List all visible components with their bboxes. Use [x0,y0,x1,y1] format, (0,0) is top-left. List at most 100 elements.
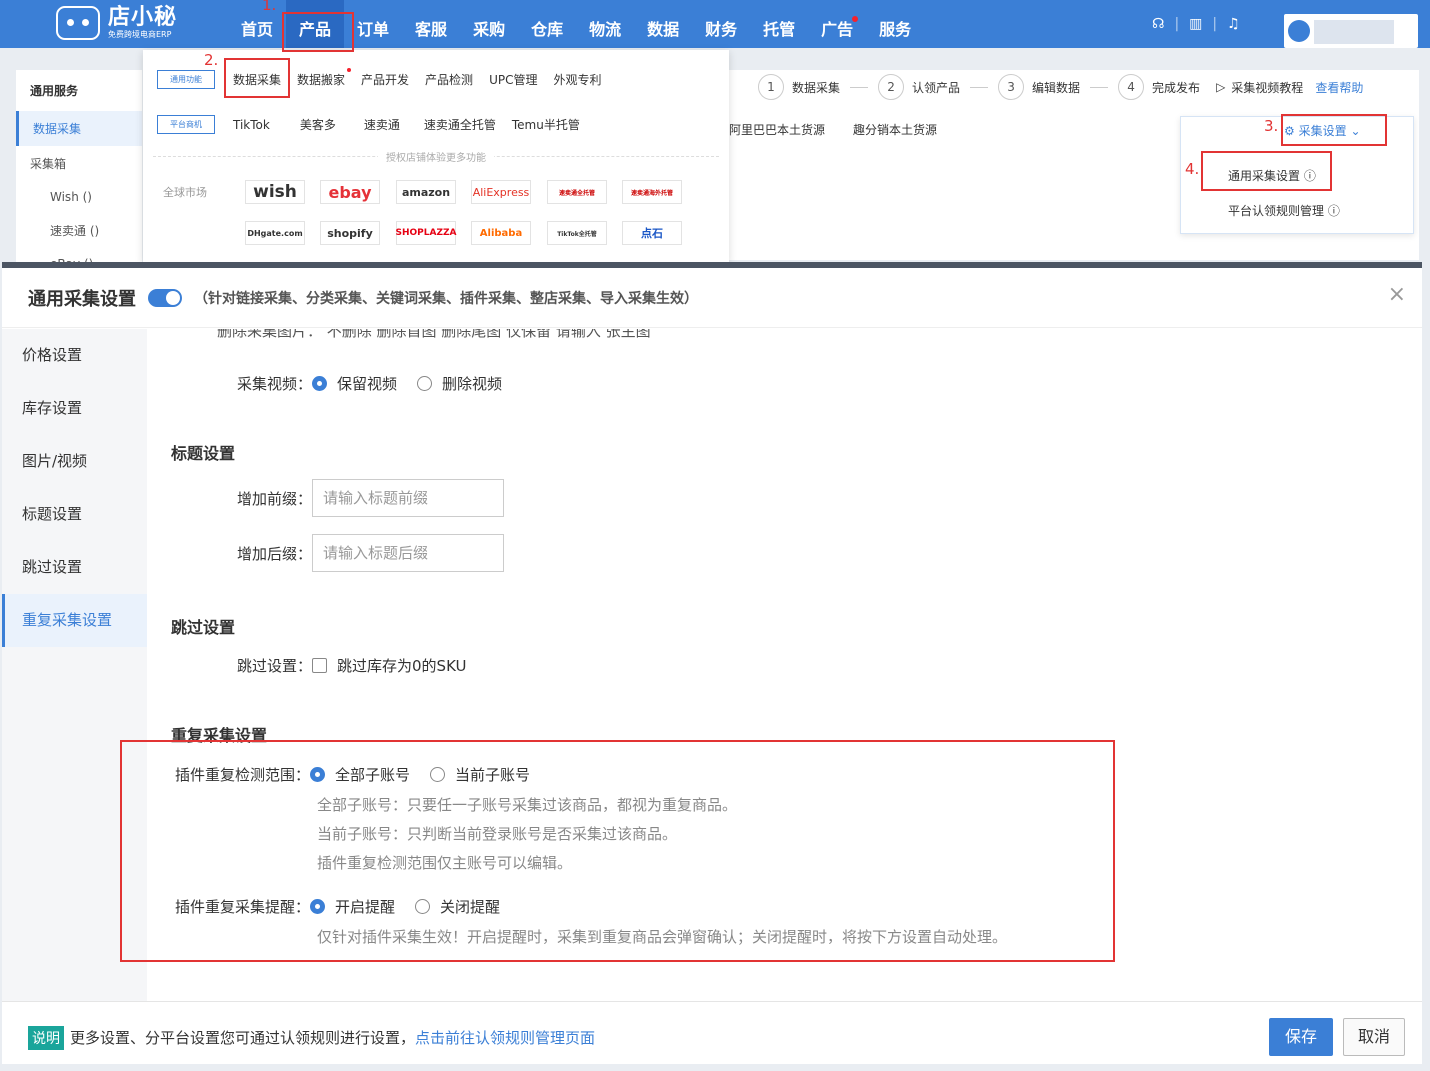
collect-settings-label: 采集设置 [1298,124,1347,138]
suffix-input[interactable]: 请输入标题后缀 [312,534,505,572]
menu-item-tiktok[interactable]: TikTok [233,118,270,132]
skip-zero-stock-checkbox[interactable]: 跳过库存为0的SKU [312,655,467,676]
menu-item-aliexpress[interactable]: 速卖通 [364,116,400,133]
skip-row: 跳过设置： 跳过库存为0的SKU [237,655,487,676]
market-shopify-logo[interactable]: shopify [320,221,380,245]
nav-service[interactable]: 客服 [402,0,460,48]
menu-item-product-dev[interactable]: 产品开发 [361,71,409,88]
enable-toggle[interactable] [148,288,182,307]
step-number: 2 [878,74,905,100]
tab-title[interactable]: 标题设置 [2,488,147,541]
radio-unchecked [415,899,431,914]
checkbox-unchecked [312,658,328,673]
cancel-button[interactable]: 取消 [1343,1018,1405,1056]
tab-image-video[interactable]: 图片/视频 [2,435,147,488]
radio-checked [310,767,326,782]
dup-remind-hint: 仅针对插件采集生效！开启提醒时，采集到重复商品会弹窗确认；关闭提醒时，将按下方设… [317,928,1008,946]
claim-rules-link[interactable]: 点击前往认领规则管理页面 [415,1029,595,1047]
nav-logistics[interactable]: 物流 [576,0,634,48]
tab-duplicate[interactable]: 重复采集设置 [2,594,147,647]
market-tiktok-logo[interactable]: TikTok全托管 [547,221,607,245]
collect-settings-button[interactable]: ⚙ 采集设置 ⌄ [1284,122,1361,139]
delete-images-row-cropped: 删除采集图片： 不删除 删除首图 删除尾图 仅保留 请输入 张主图 [217,329,651,340]
radio-disable-remind[interactable]: 关闭提醒 [415,896,500,917]
sidebar-item-collect-box[interactable]: 采集箱 [16,146,142,181]
market-dianshi-logo[interactable]: 点石 [622,221,682,245]
dup-hint: 当前子账号：只判断当前登录账号是否采集过该商品。 [317,825,678,843]
menu-item-data-collect[interactable]: 数据采集 [233,71,281,88]
radio-enable-remind[interactable]: 开启提醒 [310,896,395,917]
help-link[interactable]: 查看帮助 [1315,79,1363,96]
source-tab-alibaba[interactable]: 阿里巴巴本土货源 [729,121,825,138]
market-dhgate-logo[interactable]: DHgate.com [245,221,305,245]
user-account[interactable] [1284,14,1418,48]
market-ali-overseas-logo[interactable]: 速卖通海外托管 [622,180,682,204]
tab-price[interactable]: 价格设置 [2,329,147,382]
headset-icon[interactable]: ☊ [1152,16,1164,32]
dup-scope-row: 插件重复检测范围： 全部子账号 当前子账号 [175,764,550,785]
menu-item-claim-rules-label: 平台认领规则管理 [1228,204,1325,218]
robot-logo-icon [56,6,100,40]
option-label: 保留视频 [337,375,398,393]
app-logo[interactable]: 店小秘 免费跨境电商ERP [56,6,177,40]
market-aliexpress-logo[interactable]: AliExpress [471,180,531,204]
market-shoplazza-logo[interactable]: SHOPLAZZA [396,221,457,245]
gear-icon: ⚙ [1284,124,1295,138]
nav-home[interactable]: 首页 [228,0,286,48]
sidebar-item-data-collect[interactable]: 数据采集 [16,111,142,146]
bell-icon[interactable]: ♫ [1227,16,1240,32]
radio-current-sub-account[interactable]: 当前子账号 [430,764,530,785]
menu-item-general-settings[interactable]: 通用采集设置 ⓘ [1228,167,1316,184]
nav-product[interactable]: 产品 [286,0,345,48]
section-title-skip: 跳过设置 [171,618,236,637]
menu-item-upc[interactable]: UPC管理 [489,71,537,88]
radio-checked [310,899,326,914]
radio-unchecked [430,767,446,782]
market-amazon-logo[interactable]: amazon [396,180,456,204]
market-label: 全球市场 [163,186,207,199]
nav-finance[interactable]: 财务 [692,0,750,48]
tutorial-link[interactable]: 采集视频教程 [1231,79,1303,96]
market-ebay-logo[interactable]: ebay [320,180,380,204]
option-label: 当前子账号 [455,766,531,784]
prefix-input[interactable]: 请输入标题前缀 [312,479,505,517]
step-connector [1090,86,1109,88]
market-wish-logo[interactable]: wish [245,180,305,204]
modal-header: 通用采集设置 （针对链接采集、分类采集、关键词采集、插件采集、整店采集、导入采集… [2,268,1422,328]
general-collect-settings-modal: 通用采集设置 （针对链接采集、分类采集、关键词采集、插件采集、整店采集、导入采集… [2,262,1422,1064]
menu-item-product-check[interactable]: 产品检测 [425,71,473,88]
sidebar-sub-wish[interactable]: Wish () [16,181,142,213]
menu-item-data-move[interactable]: 数据搬家 [297,68,352,88]
tab-stock[interactable]: 库存设置 [2,382,147,435]
close-icon[interactable]: × [1388,282,1406,307]
menu-item-claim-rules[interactable]: 平台认领规则管理 ⓘ [1228,202,1340,219]
source-tab-qufenxiao[interactable]: 趣分销本土货源 [853,121,937,138]
video-label: 采集视频： [237,375,313,393]
menu-item-general-settings-label: 通用采集设置 [1228,169,1301,183]
sidebar-sub-aliexpress[interactable]: 速卖通 () [16,213,142,248]
nav-warehouse[interactable]: 仓库 [518,0,576,48]
menu-item-ali-full[interactable]: 速卖通全托管 [424,116,496,133]
nav-ads[interactable]: 广告 [808,0,866,48]
market-alibaba-logo[interactable]: Alibaba [471,221,531,245]
book-icon[interactable]: ▥ [1189,16,1202,32]
nav-services[interactable]: 服务 [866,0,924,48]
nav-hosting[interactable]: 托管 [750,0,808,48]
nav-purchase[interactable]: 采购 [460,0,518,48]
menu-item-patent[interactable]: 外观专利 [553,71,601,88]
save-button[interactable]: 保存 [1269,1018,1333,1056]
radio-unchecked [417,376,433,391]
menu-item-mercado[interactable]: 美客多 [300,116,336,133]
main-nav: 首页 产品 订单 客服 采购 仓库 物流 数据 财务 托管 广告 服务 [228,0,924,48]
market-ali-full-logo[interactable]: 速卖通全托管 [547,180,607,204]
nav-data[interactable]: 数据 [634,0,692,48]
radio-delete-video[interactable]: 删除视频 [417,373,502,394]
step-label: 完成发布 [1152,80,1201,95]
nav-orders[interactable]: 订单 [344,0,402,48]
step-label: 编辑数据 [1032,80,1081,95]
menu-item-temu[interactable]: Temu半托管 [512,116,580,133]
radio-keep-video[interactable]: 保留视频 [312,373,397,394]
tab-skip[interactable]: 跳过设置 [2,541,147,594]
radio-all-sub-accounts[interactable]: 全部子账号 [310,764,410,785]
step-number: 1 [758,74,784,100]
